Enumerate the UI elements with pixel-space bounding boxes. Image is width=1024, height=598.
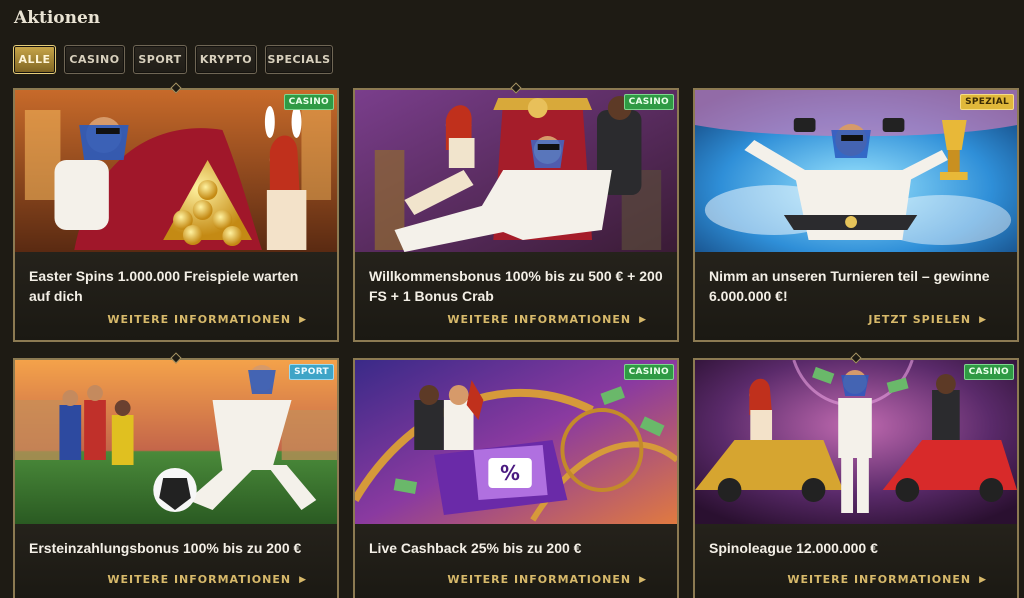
promo-image[interactable]: % xyxy=(355,360,677,524)
cta-label: WEITERE INFORMATIONEN xyxy=(107,313,292,326)
filter-all-button[interactable]: ALLE xyxy=(13,45,56,74)
category-badge: CASINO xyxy=(283,94,334,110)
cta-label: WEITERE INFORMATIONEN xyxy=(107,573,292,586)
promo-title: Ersteinzahlungsbonus 100% bis zu 200 € xyxy=(29,540,302,556)
filter-specials-button[interactable]: SPECIALS xyxy=(265,45,333,74)
more-info-link[interactable]: WEITERE INFORMATIONEN ▶ xyxy=(787,573,987,586)
promo-title: Easter Spins 1.000.000 Freispiele warten… xyxy=(29,268,299,304)
promo-card-welcome-bonus[interactable]: CASINO Willkommensbonus 100% bis zu 500 … xyxy=(353,88,679,342)
category-badge: SPORT xyxy=(289,364,334,380)
triangle-right-icon: ▶ xyxy=(639,314,647,325)
category-badge: CASINO xyxy=(963,364,1014,380)
promo-card-first-deposit[interactable]: SPORT Ersteinzahlungsbonus 100% bis zu 2… xyxy=(13,358,339,598)
filter-bar: ALLE CASINO SPORT KRYPTO SPECIALS xyxy=(13,45,333,74)
filter-casino-button[interactable]: CASINO xyxy=(64,45,125,74)
page-title: Aktionen xyxy=(14,8,101,28)
promo-image[interactable] xyxy=(695,360,1017,524)
promo-card-live-cashback[interactable]: % CASINO Live Cashback 25% bis zu 200 € … xyxy=(353,358,679,598)
promo-title: Spinoleague 12.000.000 € xyxy=(709,540,878,556)
category-badge: CASINO xyxy=(623,364,674,380)
promo-card-easter-spins[interactable]: CASINO Easter Spins 1.000.000 Freispiele… xyxy=(13,88,339,342)
percent-icon: % xyxy=(500,462,520,485)
more-info-link[interactable]: WEITERE INFORMATIONEN ▶ xyxy=(447,573,647,586)
play-now-link[interactable]: JETZT SPIELEN ▶ xyxy=(868,313,987,326)
promo-image[interactable] xyxy=(15,360,337,524)
promo-image[interactable] xyxy=(695,90,1017,252)
filter-sport-button[interactable]: SPORT xyxy=(133,45,187,74)
triangle-right-icon: ▶ xyxy=(299,574,307,585)
cta-label: WEITERE INFORMATIONEN xyxy=(447,313,632,326)
more-info-link[interactable]: WEITERE INFORMATIONEN ▶ xyxy=(107,573,307,586)
triangle-right-icon: ▶ xyxy=(979,574,987,585)
cta-label: WEITERE INFORMATIONEN xyxy=(787,573,972,586)
more-info-link[interactable]: WEITERE INFORMATIONEN ▶ xyxy=(107,313,307,326)
promo-title: Willkommensbonus 100% bis zu 500 € + 200… xyxy=(369,268,663,304)
promo-image[interactable] xyxy=(355,90,677,252)
triangle-right-icon: ▶ xyxy=(639,574,647,585)
promo-image[interactable] xyxy=(15,90,337,252)
cta-label: JETZT SPIELEN xyxy=(868,313,972,326)
promo-title: Nimm an unseren Turnieren teil – gewinne… xyxy=(709,268,990,304)
triangle-right-icon: ▶ xyxy=(979,314,987,325)
more-info-link[interactable]: WEITERE INFORMATIONEN ▶ xyxy=(447,313,647,326)
category-badge: SPEZIAL xyxy=(960,94,1014,110)
promo-card-tournaments[interactable]: SPEZIAL Nimm an unseren Turnieren teil –… xyxy=(693,88,1019,342)
triangle-right-icon: ▶ xyxy=(299,314,307,325)
promo-title: Live Cashback 25% bis zu 200 € xyxy=(369,540,582,556)
promo-card-spinoleague[interactable]: CASINO Spinoleague 12.000.000 € WEITERE … xyxy=(693,358,1019,598)
cta-label: WEITERE INFORMATIONEN xyxy=(447,573,632,586)
category-badge: CASINO xyxy=(623,94,674,110)
filter-krypto-button[interactable]: KRYPTO xyxy=(195,45,257,74)
